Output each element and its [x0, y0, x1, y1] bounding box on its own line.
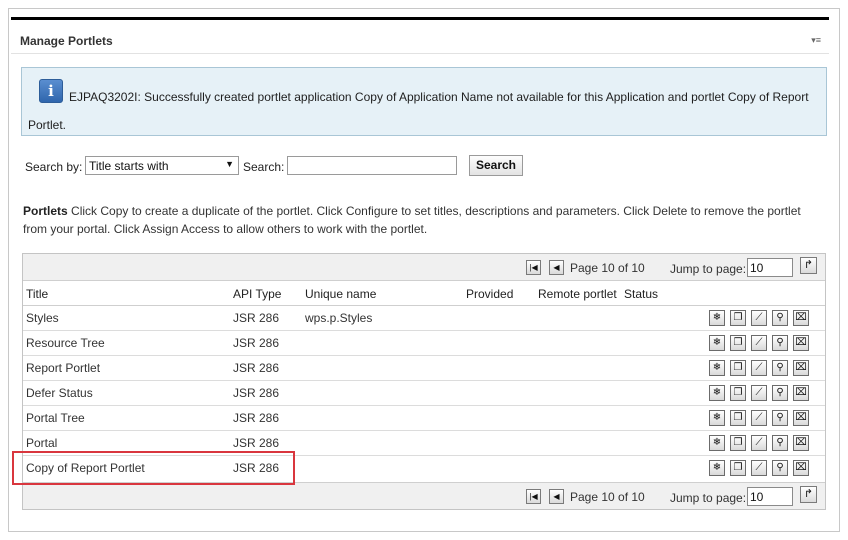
portlet-header: Manage Portlets ▾≡	[11, 20, 829, 54]
table-row: Report Portlet JSR 286 ❄ ❐ ⟋ ⚲ ⌧	[23, 356, 825, 381]
copy-icon[interactable]: ❐	[730, 460, 746, 476]
settings-icon[interactable]: ⚲	[772, 310, 788, 326]
configure-icon[interactable]: ⟋	[751, 385, 767, 401]
jump-to-page-label: Jump to page:	[670, 491, 747, 505]
pager-top: |◀ ◀ Page 10 of 10 Jump to page: ↱	[23, 254, 825, 281]
first-page-icon[interactable]: |◀	[526, 260, 541, 275]
portlets-description: Portlets Click Copy to create a duplicat…	[23, 202, 823, 238]
assign-access-icon[interactable]: ❄	[709, 435, 725, 451]
cell-api-type: JSR 286	[233, 386, 280, 400]
cell-api-type: JSR 286	[233, 336, 280, 350]
configure-icon[interactable]: ⟋	[751, 410, 767, 426]
jump-to-page-label: Jump to page:	[670, 262, 747, 276]
search-by-select[interactable]: Title starts with ▼	[85, 156, 239, 175]
table-row: Copy of Report Portlet JSR 286 ❄ ❐ ⟋ ⚲ ⌧	[23, 456, 825, 482]
copy-icon[interactable]: ❐	[730, 360, 746, 376]
table-row: Styles JSR 286 wps.p.Styles ❄ ❐ ⟋ ⚲ ⌧	[23, 306, 825, 331]
portlet-title: Manage Portlets	[20, 34, 113, 48]
delete-icon[interactable]: ⌧	[793, 360, 809, 376]
delete-icon[interactable]: ⌧	[793, 335, 809, 351]
col-status: Status	[624, 287, 659, 301]
cell-title: Report Portlet	[26, 361, 101, 375]
col-provided: Provided	[466, 287, 514, 301]
assign-access-icon[interactable]: ❄	[709, 410, 725, 426]
assign-access-icon[interactable]: ❄	[709, 360, 725, 376]
cell-title: Copy of Report Portlet	[26, 461, 145, 475]
manage-portlets-portlet: Manage Portlets ▾≡ i EJPAQ3202I: Success…	[11, 17, 829, 527]
previous-page-icon[interactable]: ◀	[549, 260, 564, 275]
delete-icon[interactable]: ⌧	[793, 460, 809, 476]
search-label: Search:	[243, 160, 285, 174]
table-row: Portal JSR 286 ❄ ❐ ⟋ ⚲ ⌧	[23, 431, 825, 456]
col-remote-portlet: Remote portlet	[538, 287, 617, 301]
table-header: Title API Type Unique name Provided Remo…	[23, 281, 825, 306]
page-indicator: Page 10 of 10	[570, 490, 645, 504]
portlets-heading: Portlets	[23, 204, 68, 218]
cell-title: Portal Tree	[26, 411, 85, 425]
assign-access-icon[interactable]: ❄	[709, 385, 725, 401]
cell-api-type: JSR 286	[233, 461, 280, 475]
configure-icon[interactable]: ⟋	[751, 360, 767, 376]
search-by-selected: Title starts with	[89, 159, 169, 173]
cell-api-type: JSR 286	[233, 436, 280, 450]
copy-icon[interactable]: ❐	[730, 335, 746, 351]
delete-icon[interactable]: ⌧	[793, 435, 809, 451]
settings-icon[interactable]: ⚲	[772, 385, 788, 401]
cell-title: Portal	[26, 436, 58, 450]
dropdown-arrow-icon: ▼	[225, 159, 234, 169]
configure-icon[interactable]: ⟋	[751, 335, 767, 351]
delete-icon[interactable]: ⌧	[793, 310, 809, 326]
table-row: Resource Tree JSR 286 ❄ ❐ ⟋ ⚲ ⌧	[23, 331, 825, 356]
cell-unique-name: wps.p.Styles	[305, 311, 373, 325]
search-button[interactable]: Search	[469, 155, 523, 176]
success-message-text: EJPAQ3202I: Successfully created portlet…	[28, 90, 809, 132]
previous-page-icon[interactable]: ◀	[549, 489, 564, 504]
success-message: i EJPAQ3202I: Successfully created portl…	[21, 67, 827, 136]
copy-icon[interactable]: ❐	[730, 435, 746, 451]
cell-title: Resource Tree	[26, 336, 105, 350]
copy-icon[interactable]: ❐	[730, 385, 746, 401]
cell-api-type: JSR 286	[233, 411, 280, 425]
jump-to-page-input[interactable]	[747, 258, 793, 277]
table-row: Portal Tree JSR 286 ❄ ❐ ⟋ ⚲ ⌧	[23, 406, 825, 431]
delete-icon[interactable]: ⌧	[793, 410, 809, 426]
assign-access-icon[interactable]: ❄	[709, 460, 725, 476]
search-by-label: Search by:	[25, 160, 83, 174]
pager-bottom: |◀ ◀ Page 10 of 10 Jump to page: ↱	[23, 482, 825, 509]
portlets-help-text: Click Copy to create a duplicate of the …	[23, 204, 801, 236]
cell-title: Defer Status	[26, 386, 93, 400]
delete-icon[interactable]: ⌧	[793, 385, 809, 401]
menu-icon[interactable]: ▾≡	[811, 35, 821, 46]
page-indicator: Page 10 of 10	[570, 261, 645, 275]
search-input[interactable]	[287, 156, 457, 175]
table-row: Defer Status JSR 286 ❄ ❐ ⟋ ⚲ ⌧	[23, 381, 825, 406]
cell-api-type: JSR 286	[233, 311, 280, 325]
cell-api-type: JSR 286	[233, 361, 280, 375]
col-api-type: API Type	[233, 287, 282, 301]
first-page-icon[interactable]: |◀	[526, 489, 541, 504]
col-unique-name: Unique name	[305, 287, 377, 301]
portlets-table: |◀ ◀ Page 10 of 10 Jump to page: ↱ Title…	[22, 253, 826, 510]
copy-icon[interactable]: ❐	[730, 310, 746, 326]
go-icon[interactable]: ↱	[800, 486, 817, 503]
settings-icon[interactable]: ⚲	[772, 410, 788, 426]
col-title: Title	[26, 287, 49, 301]
assign-access-icon[interactable]: ❄	[709, 310, 725, 326]
settings-icon[interactable]: ⚲	[772, 360, 788, 376]
copy-icon[interactable]: ❐	[730, 410, 746, 426]
cell-title: Styles	[26, 311, 59, 325]
settings-icon[interactable]: ⚲	[772, 335, 788, 351]
settings-icon[interactable]: ⚲	[772, 460, 788, 476]
configure-icon[interactable]: ⟋	[751, 460, 767, 476]
configure-icon[interactable]: ⟋	[751, 435, 767, 451]
jump-to-page-input[interactable]	[747, 487, 793, 506]
go-icon[interactable]: ↱	[800, 257, 817, 274]
settings-icon[interactable]: ⚲	[772, 435, 788, 451]
configure-icon[interactable]: ⟋	[751, 310, 767, 326]
assign-access-icon[interactable]: ❄	[709, 335, 725, 351]
